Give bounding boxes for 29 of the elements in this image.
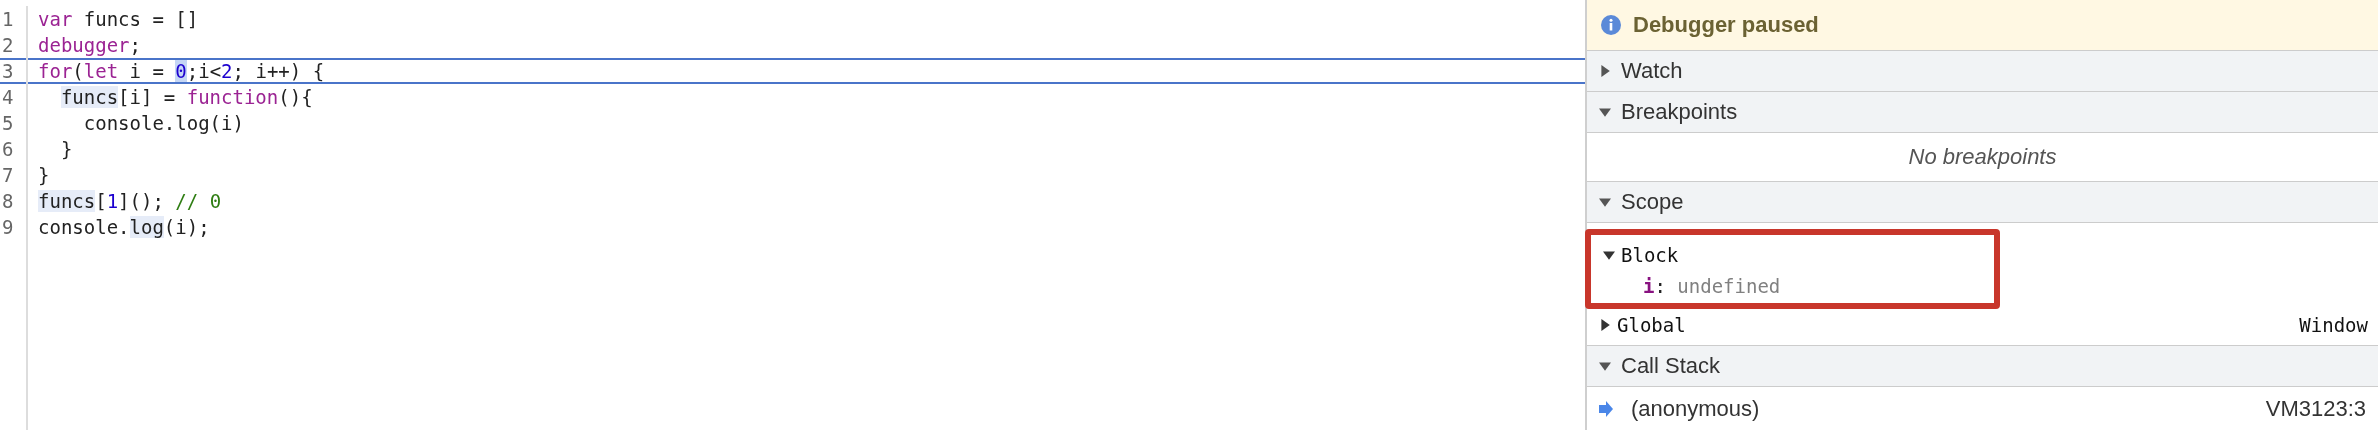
- line-number: 6: [0, 136, 28, 162]
- code-line: funcs[i] = function(){: [59, 86, 313, 108]
- line-number: 5: [0, 110, 28, 136]
- code-line: }: [37, 164, 50, 186]
- code-line: console.log(i): [82, 112, 244, 134]
- info-icon: [1601, 15, 1621, 36]
- variable-row-text: i: undefined: [1642, 274, 1782, 300]
- line-number: 7: [0, 162, 28, 188]
- code-line: for(let i = 0;i<2; i++) {: [37, 60, 325, 82]
- code-line: }: [59, 138, 73, 160]
- line-number: 3: [0, 58, 28, 84]
- section-header[interactable]: Scope: [1587, 182, 2378, 224]
- code-line: console.log(i);: [37, 216, 210, 238]
- line-number: 2: [0, 32, 28, 58]
- section-header[interactable]: Call Stack: [1587, 346, 2378, 388]
- scope-row[interactable]: Block: [1599, 239, 1994, 272]
- line-number: 9: [0, 214, 28, 240]
- line-number: 1: [0, 6, 28, 32]
- code-line: var funcs = []: [37, 8, 199, 30]
- section-header[interactable]: Watch: [1587, 51, 2378, 93]
- section-header[interactable]: Breakpoints: [1587, 92, 2378, 134]
- call-frame[interactable]: (anonymous) VM3123:3: [1587, 387, 2378, 430]
- code-line: funcs[1](); // 0: [37, 190, 222, 212]
- line-number: 4: [0, 84, 28, 110]
- status-message: Debugger paused: [1633, 12, 1819, 39]
- empty-message: No breakpoints: [1908, 144, 2057, 171]
- line-number: 8: [0, 188, 28, 214]
- scope-row[interactable]: Global Window: [1587, 309, 2372, 342]
- code-line: debugger;: [37, 34, 141, 56]
